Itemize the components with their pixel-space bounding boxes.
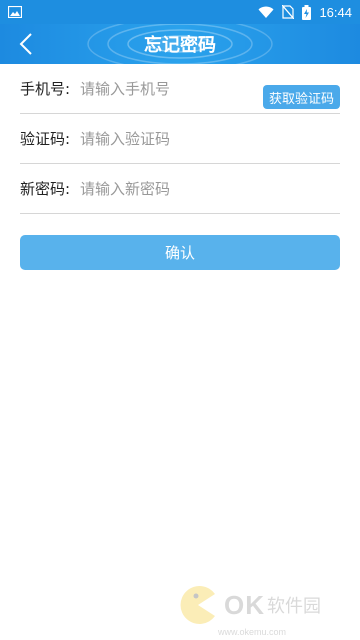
battery-charging-icon	[302, 4, 312, 20]
forgot-password-form: 手机号: 获取验证码 验证码: 新密码:	[20, 64, 340, 214]
image-icon	[7, 3, 23, 22]
confirm-button[interactable]: 确认	[20, 235, 340, 270]
get-code-button[interactable]: 获取验证码	[262, 85, 340, 109]
pacman-icon	[180, 586, 215, 624]
phone-label: 手机号:	[20, 80, 71, 98]
code-label: 验证码:	[20, 130, 71, 148]
back-button[interactable]	[12, 30, 40, 58]
watermark-logo: OK 软件园 www.okemu.com	[178, 585, 321, 637]
no-sim-icon	[282, 5, 295, 19]
wifi-icon	[258, 6, 274, 19]
code-row: 验证码:	[20, 114, 340, 164]
watermark-logo-text: OK	[224, 589, 265, 620]
app-bar: 忘记密码	[0, 24, 360, 64]
watermark-cn-text: 软件园	[267, 596, 321, 617]
status-bar: 16:44	[0, 0, 360, 24]
status-time: 16:44	[319, 4, 352, 20]
chevron-left-icon	[19, 33, 32, 55]
phone-input[interactable]	[80, 79, 250, 98]
new-password-input[interactable]	[80, 179, 250, 198]
watermark-url: www.okemu.com	[218, 627, 287, 637]
new-password-label: 新密码:	[20, 180, 71, 198]
code-input[interactable]	[80, 129, 250, 148]
phone-row: 手机号: 获取验证码	[20, 64, 340, 114]
new-password-row: 新密码:	[20, 164, 340, 214]
page-title: 忘记密码	[144, 35, 216, 56]
